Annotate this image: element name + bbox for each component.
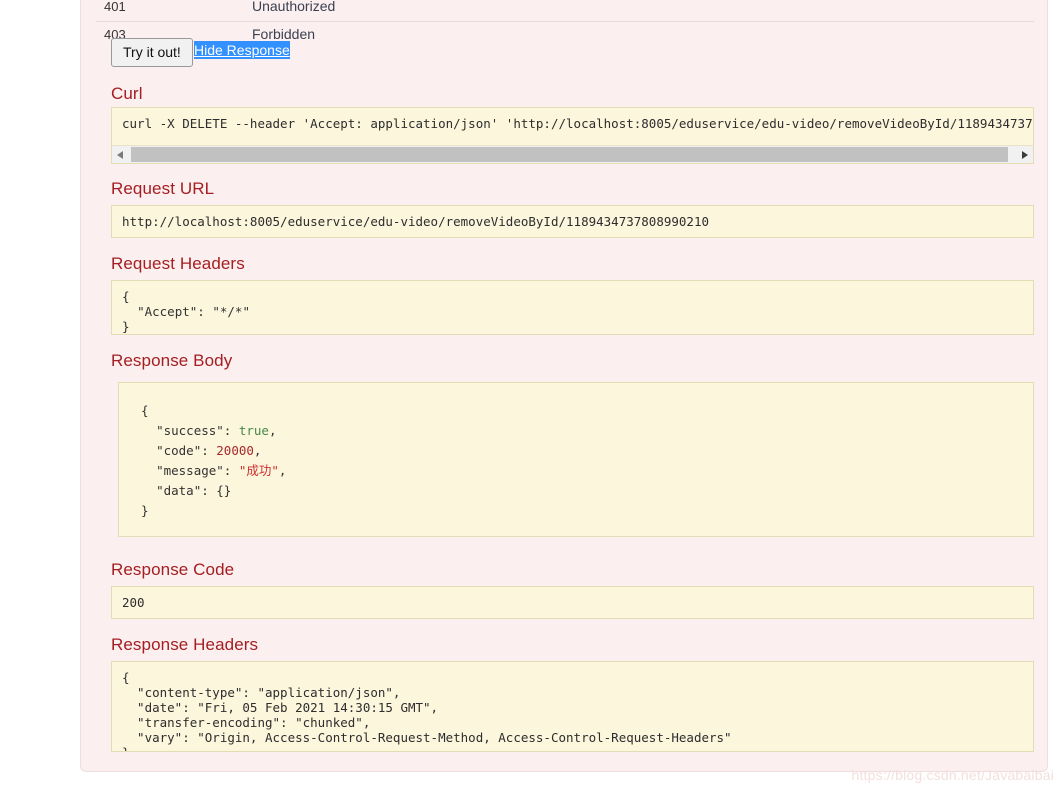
json-key-code: "code": [156, 443, 202, 458]
response-code-heading: Response Code: [111, 560, 235, 579]
json-value-success: true: [238, 423, 269, 438]
json-value-data: {}: [216, 483, 232, 498]
request-headers-box: { "Accept": "*/*" }: [111, 280, 1034, 335]
response-body-heading: Response Body: [111, 351, 233, 370]
try-it-out-button[interactable]: Try it out!: [111, 38, 193, 67]
json-comma: ,: [253, 443, 262, 458]
request-url-text: http://localhost:8005/eduservice/edu-vid…: [122, 214, 709, 229]
hide-response-link[interactable]: Hide Response: [194, 41, 290, 59]
json-value-message: "成功": [238, 463, 279, 478]
page-root: 401 Unauthorized 403 Forbidden Try it ou…: [0, 0, 1064, 791]
swagger-operation-panel: 401 Unauthorized 403 Forbidden Try it ou…: [80, 0, 1048, 772]
json-comma: ,: [278, 463, 287, 478]
try-it-out-row: Try it out! Hide Response: [96, 38, 1034, 68]
json-value-code: 20000: [216, 443, 254, 458]
scrollbar-thumb[interactable]: [131, 147, 1008, 162]
header-key-accept: "Accept": [137, 304, 198, 319]
request-url-box: http://localhost:8005/eduservice/edu-vid…: [111, 205, 1034, 238]
curl-code-box: curl -X DELETE --header 'Accept: applica…: [111, 107, 1034, 164]
response-reason-cell: Unauthorized: [252, 0, 336, 14]
response-headers-box: { "content-type": "application/json", "d…: [111, 661, 1034, 752]
json-open-brace: {: [141, 403, 149, 418]
request-headers-text: { "Accept": "*/*" }: [112, 281, 1033, 334]
response-headers-text: { "content-type": "application/json", "d…: [122, 670, 732, 751]
curl-heading: Curl: [111, 84, 143, 103]
curl-command-text: curl -X DELETE --header 'Accept: applica…: [122, 116, 1034, 131]
json-key-message: "message": [156, 463, 224, 478]
response-code-box: 200: [111, 586, 1034, 619]
json-comma: ,: [268, 423, 277, 438]
curl-horizontal-scrollbar[interactable]: [112, 145, 1033, 163]
scroll-right-arrow-icon[interactable]: [1016, 146, 1033, 163]
json-key-success: "success": [156, 423, 224, 438]
json-open-brace: {: [122, 289, 130, 304]
watermark-text: https://blog.csdn.net/Javabaibai: [851, 767, 1054, 783]
response-headers-heading: Response Headers: [111, 635, 259, 654]
json-key-data: "data": [156, 483, 202, 498]
table-row: 401 Unauthorized: [96, 0, 1034, 21]
json-close-brace: }: [141, 503, 149, 518]
scroll-left-arrow-icon[interactable]: [112, 146, 129, 163]
response-body-box: { "success": true, "code": 20000, "messa…: [118, 382, 1034, 537]
json-close-brace: }: [122, 319, 130, 334]
header-value-accept: "*/*": [212, 304, 250, 319]
response-code-text: 200: [122, 595, 145, 610]
response-code-cell: 401: [104, 0, 126, 14]
request-url-heading: Request URL: [111, 179, 215, 198]
response-body-text: { "success": true, "code": 20000, "messa…: [141, 403, 287, 518]
request-headers-heading: Request Headers: [111, 254, 245, 273]
json-colon: :: [197, 304, 213, 319]
